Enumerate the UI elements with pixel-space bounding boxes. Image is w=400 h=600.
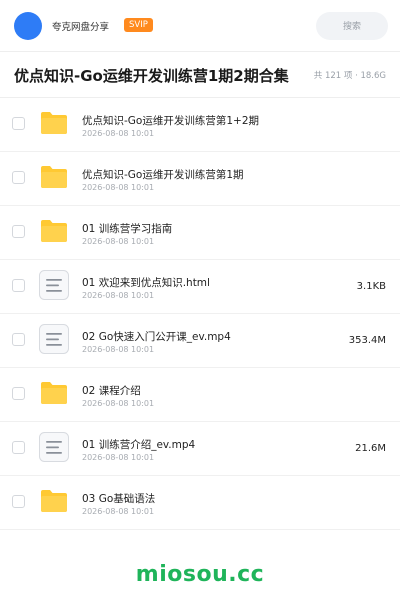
header-bar: 夸克网盘分享 SVIP 搜索 xyxy=(0,0,400,52)
file-date: 2026-08-08 10:01 xyxy=(82,399,155,408)
file-row[interactable]: 02 Go快速入门公开课_ev.mp4 2026-08-08 10:01 353.4… xyxy=(0,314,400,368)
select-checkbox[interactable] xyxy=(12,387,25,400)
title-row: 优点知识-Go运维开发训练营1期2期合集 共 121 项 · 18.6G xyxy=(0,52,400,98)
file-date: 2026-08-08 10:01 xyxy=(82,237,155,246)
select-checkbox[interactable] xyxy=(12,333,25,346)
file-row[interactable]: 优点知识-Go运维开发训练营第1期 2026-08-08 10:01 xyxy=(0,152,400,206)
file-date: 2026-08-08 10:01 xyxy=(82,453,155,462)
file-list: 优点知识-Go运维开发训练营第1+2期 2026-08-08 10:01 优点知识-… xyxy=(0,98,400,530)
file-date: 2026-08-08 10:01 xyxy=(82,291,155,300)
folder-icon xyxy=(38,107,70,139)
file-date: 2026-08-08 10:01 xyxy=(82,507,155,516)
file-name: 优点知识-Go运维开发训练营第1+2期 xyxy=(82,115,260,127)
document-icon xyxy=(38,323,70,355)
file-name: 01 训练营学习指南 xyxy=(82,223,173,235)
file-date: 2026-08-08 10:01 xyxy=(82,183,155,192)
brand-watermark: miosou.cc xyxy=(135,562,265,587)
folder-icon xyxy=(38,161,70,193)
file-row[interactable]: 03 Go基础语法 2026-08-08 10:01 xyxy=(0,476,400,530)
svip-badge: SVIP xyxy=(124,18,153,32)
file-name: 优点知识-Go运维开发训练营第1期 xyxy=(82,169,244,181)
file-row[interactable]: 01 训练营介绍_ev.mp4 2026-08-08 10:01 21.6M xyxy=(0,422,400,476)
search-button[interactable]: 搜索 xyxy=(316,12,388,40)
document-icon xyxy=(38,269,70,301)
select-checkbox[interactable] xyxy=(12,117,25,130)
select-checkbox[interactable] xyxy=(12,171,25,184)
file-name: 03 Go基础语法 xyxy=(82,493,156,505)
file-row[interactable]: 优点知识-Go运维开发训练营第1+2期 2026-08-08 10:01 xyxy=(0,98,400,152)
file-name: 02 课程介绍 xyxy=(82,385,141,397)
select-checkbox[interactable] xyxy=(12,225,25,238)
folder-meta: 共 121 项 · 18.6G xyxy=(313,71,386,81)
file-name: 02 Go快速入门公开课_ev.mp4 xyxy=(82,331,231,343)
select-checkbox[interactable] xyxy=(12,279,25,292)
file-size: 353.4M xyxy=(348,335,386,346)
file-date: 2026-08-08 10:01 xyxy=(82,345,155,354)
folder-icon xyxy=(38,215,70,247)
username: 夸克网盘分享 xyxy=(52,22,110,33)
file-share-page: 夸克网盘分享 SVIP 搜索 优点知识-Go运维开发训练营1期2期合集 共 12… xyxy=(0,0,400,600)
file-name: 01 欢迎来到优点知识.html xyxy=(82,277,210,289)
file-date: 2026-08-08 10:01 xyxy=(82,129,155,138)
file-name: 01 训练营介绍_ev.mp4 xyxy=(82,439,196,451)
file-size: 3.1KB xyxy=(356,281,386,292)
file-row[interactable]: 02 课程介绍 2026-08-08 10:01 xyxy=(0,368,400,422)
file-row[interactable]: 01 训练营学习指南 2026-08-08 10:01 xyxy=(0,206,400,260)
page-title: 优点知识-Go运维开发训练营1期2期合集 xyxy=(14,67,289,85)
document-icon xyxy=(38,431,70,463)
folder-icon xyxy=(38,485,70,517)
footer: miosou.cc xyxy=(0,548,400,600)
folder-icon xyxy=(38,377,70,409)
select-checkbox[interactable] xyxy=(12,441,25,454)
file-row[interactable]: 01 欢迎来到优点知识.html 2026-08-08 10:01 3.1KB xyxy=(0,260,400,314)
file-size: 21.6M xyxy=(355,443,386,454)
avatar[interactable] xyxy=(14,12,42,40)
select-checkbox[interactable] xyxy=(12,495,25,508)
